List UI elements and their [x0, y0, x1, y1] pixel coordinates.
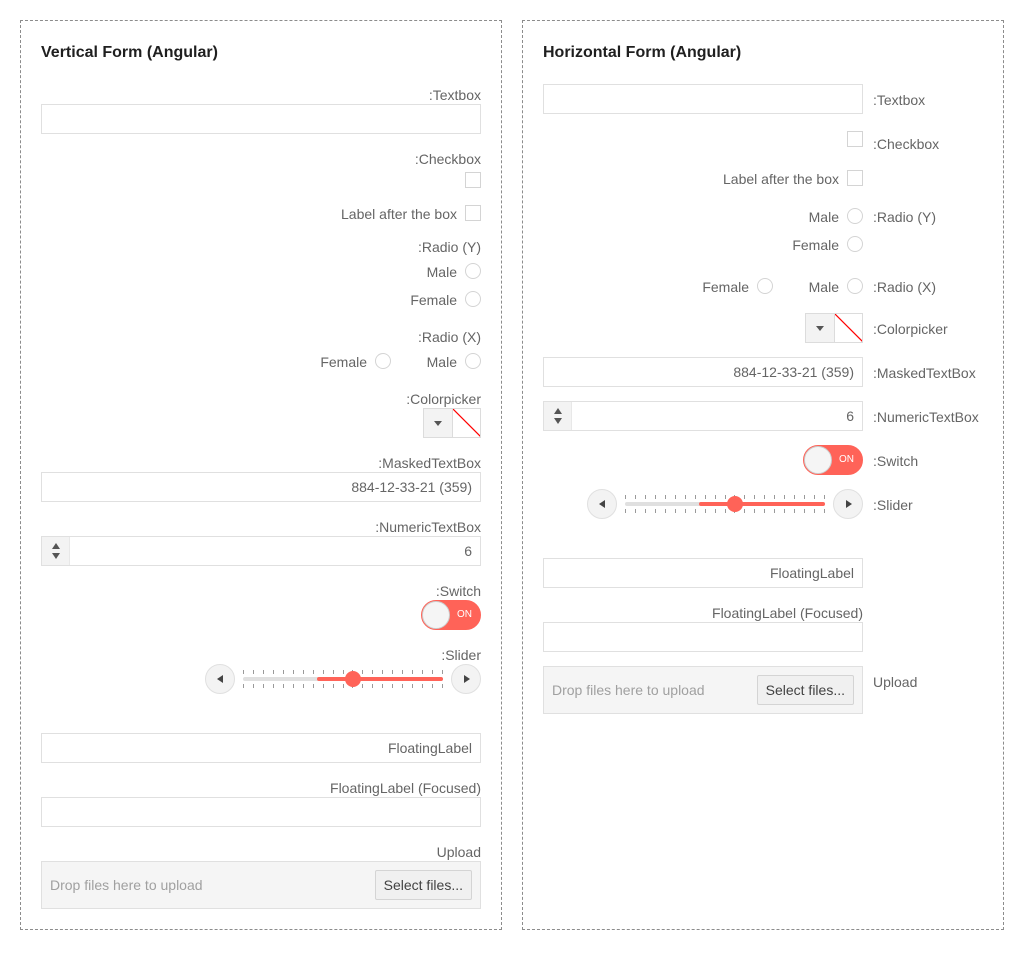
numerictextbox-value: 6	[464, 543, 472, 559]
switch-on-text: ON	[839, 454, 854, 465]
caret-left-icon	[217, 675, 223, 683]
numerictextbox[interactable]: 6	[543, 401, 863, 431]
switch-toggle[interactable]: ON	[803, 445, 863, 475]
radio-y-option-female-label: Female	[410, 292, 457, 308]
numerictextbox-value: 6	[846, 408, 854, 424]
arrow-up-icon[interactable]	[554, 408, 562, 414]
label-after-box-text: Label after the box	[341, 206, 457, 222]
radio-y-option-male-label: Male	[426, 264, 457, 280]
spin-buttons[interactable]	[42, 537, 70, 565]
slider-label: :Slider	[441, 647, 481, 663]
floatinglabel-input[interactable]: FloatingLabel	[41, 733, 481, 763]
checkbox[interactable]	[847, 131, 863, 147]
textbox-label: :Textbox	[428, 87, 481, 103]
switch-label: :Switch	[873, 453, 919, 469]
no-color-swatch-icon	[452, 409, 480, 437]
arrow-down-icon[interactable]	[554, 418, 562, 424]
colorpicker-label: :Colorpicker	[873, 321, 948, 337]
switch-on-text: ON	[457, 609, 472, 620]
colorpicker-label: :Colorpicker	[406, 391, 481, 407]
radio-y-label: :Radio (Y)	[417, 239, 481, 255]
colorpicker[interactable]	[423, 408, 481, 438]
floatinglabel-focused-label: FloatingLabel (Focused)	[330, 780, 481, 796]
slider-decrease-button[interactable]	[205, 664, 235, 694]
colorpicker[interactable]	[805, 313, 863, 343]
vertical-form-panel: Vertical Form (Angular) :Textbox :Checkb…	[20, 20, 502, 930]
floatinglabel-input[interactable]: FloatingLabel	[543, 558, 863, 588]
floatinglabel-focused-input[interactable]	[543, 622, 863, 652]
arrow-down-icon[interactable]	[52, 553, 60, 559]
radio-y-option-female[interactable]	[847, 236, 863, 252]
upload-label: Upload	[873, 674, 918, 690]
radio-y-label: :Radio (Y)	[873, 209, 937, 225]
radio-x-option-male-label: Male	[426, 354, 457, 370]
checkbox-label: :Checkbox	[414, 151, 481, 167]
maskedtextbox-label: :MaskedTextBox	[873, 365, 976, 381]
radio-x-option-male[interactable]	[465, 353, 481, 369]
maskedtextbox-input[interactable]: 884-12-33-21 (359)	[543, 357, 863, 387]
switch-label: :Switch	[435, 583, 481, 599]
numerictextbox-label: :NumericTextBox	[873, 409, 979, 425]
slider-thumb[interactable]	[345, 671, 361, 687]
select-files-button[interactable]: Select files...	[374, 870, 472, 900]
textbox-input[interactable]	[41, 104, 481, 134]
slider-selection	[699, 502, 825, 506]
select-files-button[interactable]: Select files...	[756, 675, 854, 705]
maskedtextbox-input[interactable]: 884-12-33-21 (359)	[41, 472, 481, 502]
caret-right-icon	[464, 675, 470, 683]
arrow-up-icon[interactable]	[52, 543, 60, 549]
radio-x-option-female[interactable]	[375, 353, 391, 369]
slider-label: :Slider	[873, 497, 913, 513]
slider-decrease-button[interactable]	[587, 489, 617, 519]
horizontal-form-title: Horizontal Form (Angular)	[543, 44, 742, 61]
radio-x-option-male-label: Male	[808, 279, 839, 295]
label-after-box-checkbox[interactable]	[465, 205, 481, 221]
floatinglabel-focused-input[interactable]	[41, 797, 481, 827]
floatinglabel-focused-label: FloatingLabel (Focused)	[712, 605, 863, 621]
caret-left-icon	[599, 500, 605, 508]
radio-x-option-female-label: Female	[320, 354, 367, 370]
chevron-down-icon[interactable]	[424, 409, 453, 437]
upload-dropzone[interactable]: Drop files here to upload Select files..…	[543, 666, 863, 714]
chevron-down-icon[interactable]	[806, 314, 835, 342]
upload-label: Upload	[436, 844, 481, 860]
no-color-swatch-icon	[834, 314, 862, 342]
numerictextbox[interactable]: 6	[41, 536, 481, 566]
radio-x-label: :Radio (X)	[417, 329, 481, 345]
label-after-box-checkbox[interactable]	[847, 170, 863, 186]
textbox-input[interactable]	[543, 84, 863, 114]
horizontal-form-panel: Horizontal Form (Angular) :Textbox :Chec…	[522, 20, 1004, 930]
radio-x-option-male[interactable]	[847, 278, 863, 294]
upload-hint: Drop files here to upload	[50, 877, 203, 893]
radio-y-option-female-label: Female	[792, 237, 839, 253]
radio-y-option-male[interactable]	[847, 208, 863, 224]
switch-knob	[422, 601, 450, 629]
switch-toggle[interactable]: ON	[421, 600, 481, 630]
maskedtextbox-label: :MaskedTextBox	[378, 455, 481, 471]
textbox-label: :Textbox	[873, 92, 926, 108]
caret-right-icon	[846, 500, 852, 508]
slider-increase-button[interactable]	[833, 489, 863, 519]
switch-knob	[804, 446, 832, 474]
upload-hint: Drop files here to upload	[552, 682, 705, 698]
slider-thumb[interactable]	[727, 496, 743, 512]
slider-selection	[317, 677, 443, 681]
radio-x-option-female-label: Female	[702, 279, 749, 295]
numerictextbox-label: :NumericTextBox	[375, 519, 481, 535]
radio-y-option-male[interactable]	[465, 263, 481, 279]
spin-buttons[interactable]	[544, 402, 572, 430]
label-after-box-text: Label after the box	[723, 171, 839, 187]
checkbox-label: :Checkbox	[873, 136, 940, 152]
radio-y-option-female[interactable]	[465, 291, 481, 307]
checkbox[interactable]	[465, 172, 481, 188]
radio-y-option-male-label: Male	[808, 209, 839, 225]
radio-x-option-female[interactable]	[757, 278, 773, 294]
radio-x-label: :Radio (X)	[873, 279, 937, 295]
vertical-form-title: Vertical Form (Angular)	[41, 44, 218, 61]
slider-track[interactable]	[625, 494, 825, 514]
upload-dropzone[interactable]: Drop files here to upload Select files..…	[41, 861, 481, 909]
slider-increase-button[interactable]	[451, 664, 481, 694]
slider-track[interactable]	[243, 669, 443, 689]
